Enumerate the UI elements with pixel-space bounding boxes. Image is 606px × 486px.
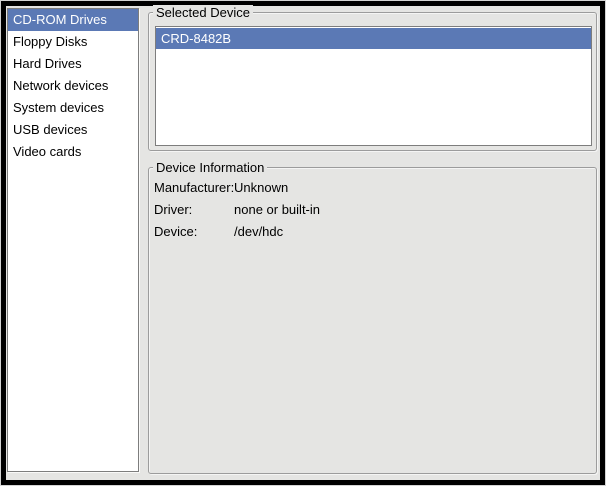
info-row-device: Device:/dev/hdc [154,224,591,246]
selected-device-frame: Selected Device CRD-8482B [148,12,597,151]
info-field-label: Device: [154,224,234,246]
info-row-manufacturer: Manufacturer:Unknown [154,180,591,202]
info-field-value: none or built-in [234,202,320,224]
device-information-fields: Manufacturer:UnknownDriver:none or built… [154,180,591,246]
sidebar-item-usb-devices[interactable]: USB devices [8,119,138,141]
device-category-list: CD-ROM DrivesFloppy DisksHard DrivesNetw… [7,8,139,472]
device-information-frame: Device Information Manufacturer:UnknownD… [148,167,597,474]
device-item-crd-8482b[interactable]: CRD-8482B [156,28,591,49]
selected-device-list: CRD-8482B [155,26,592,146]
info-field-label: Manufacturer: [154,180,234,202]
info-row-driver: Driver:none or built-in [154,202,591,224]
info-field-label: Driver: [154,202,234,224]
sidebar-item-video-cards[interactable]: Video cards [8,141,138,163]
info-field-value: /dev/hdc [234,224,283,246]
device-information-frame-title: Device Information [153,160,267,175]
selected-device-frame-title: Selected Device [153,5,253,20]
sidebar-item-network-devices[interactable]: Network devices [8,75,138,97]
info-field-value: Unknown [234,180,288,202]
sidebar-item-floppy-disks[interactable]: Floppy Disks [8,31,138,53]
sidebar-item-system-devices[interactable]: System devices [8,97,138,119]
sidebar-item-cd-rom-drives[interactable]: CD-ROM Drives [8,9,138,31]
sidebar-item-hard-drives[interactable]: Hard Drives [8,53,138,75]
hardware-browser-window: CD-ROM DrivesFloppy DisksHard DrivesNetw… [1,1,605,485]
